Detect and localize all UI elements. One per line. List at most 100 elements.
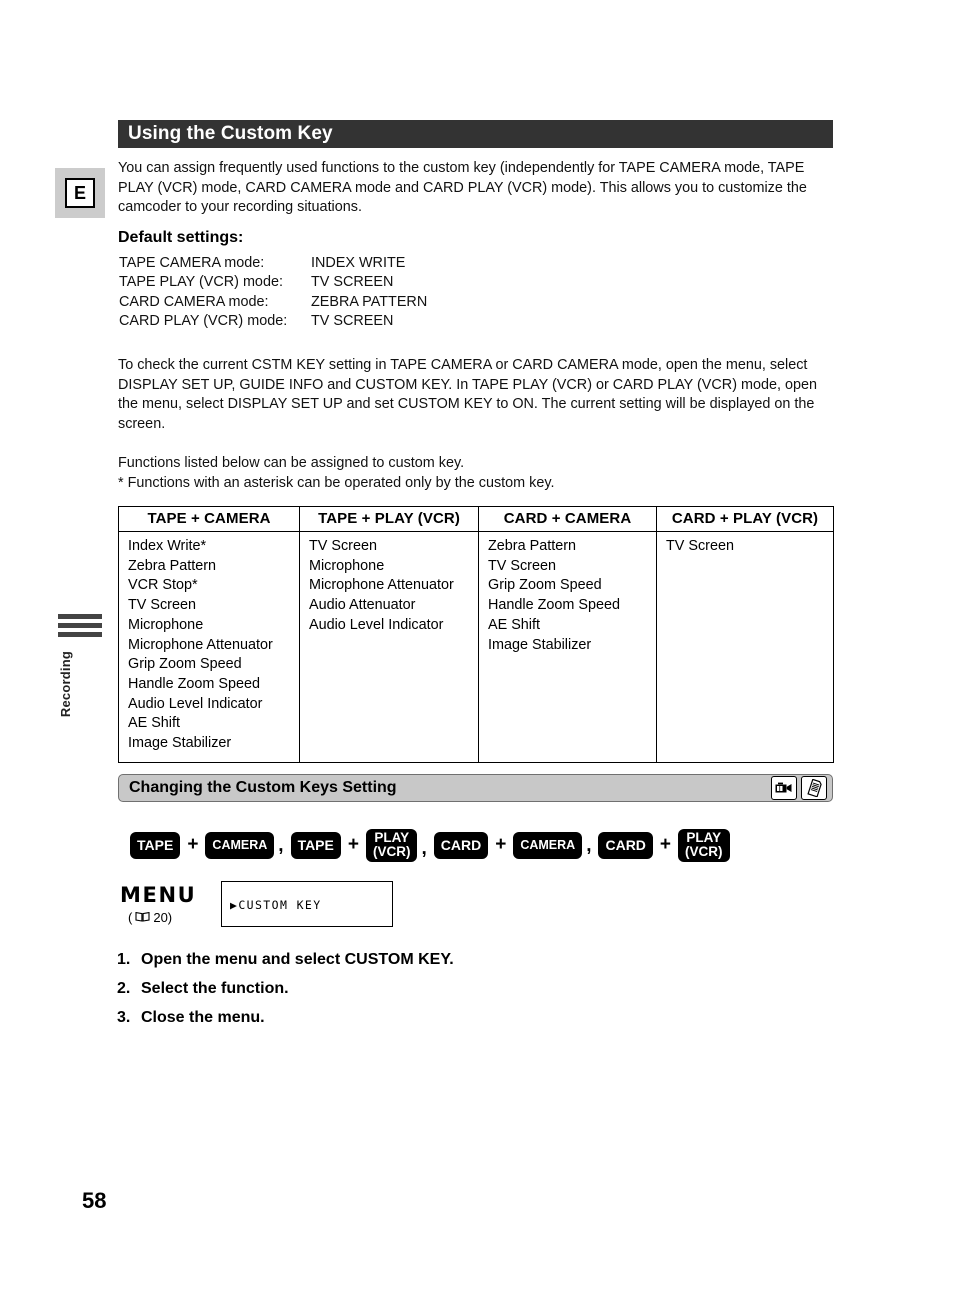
function-item: AE Shift: [488, 616, 540, 633]
key-button-camera[interactable]: CAMERA: [205, 831, 275, 859]
reference-page-number: 20): [153, 910, 173, 925]
key-button-play-vcr[interactable]: PLAY (VCR): [365, 828, 418, 862]
camcorder-icon: [771, 776, 797, 800]
key-combo-card-camera: CARD + CAMERA ,: [433, 831, 599, 859]
menu-label: MENU: [120, 883, 197, 907]
key-button-card[interactable]: CARD: [433, 831, 489, 859]
key-button-line2: (VCR): [372, 844, 411, 859]
column-header-card-play: CARD + PLAY (VCR): [656, 506, 834, 532]
step-number: 3.: [117, 1009, 131, 1026]
side-tab-bar: [58, 614, 102, 619]
function-item: Audio Attenuator: [309, 597, 416, 614]
menu-instruction-block: MENU ( 20) ▶CUSTOM KEY: [120, 881, 393, 927]
function-item: TV Screen: [128, 597, 196, 614]
functions-note: Functions listed below can be assigned t…: [118, 454, 833, 493]
language-badge: E: [55, 168, 105, 218]
default-mode-label: CARD CAMERA mode:: [119, 293, 269, 310]
step-number: 1.: [117, 951, 131, 968]
instruction-step: 1. Open the menu and select CUSTOM KEY.: [117, 945, 454, 974]
key-button-card[interactable]: CARD: [598, 831, 653, 859]
table-header-row: TAPE + CAMERA TAPE + PLAY (VCR) CARD + C…: [118, 506, 834, 532]
function-item: TV Screen: [488, 557, 556, 574]
instruction-step: 2. Select the function.: [117, 974, 454, 1003]
key-button-line2: (VCR): [685, 844, 723, 859]
function-item: Microphone Attenuator: [128, 636, 273, 653]
combo-separator: ,: [278, 834, 284, 856]
plus-sign: +: [187, 834, 199, 855]
default-mode-value: TV SCREEN: [311, 313, 394, 330]
default-mode-value: INDEX WRITE: [311, 255, 406, 271]
column-header-tape-play: TAPE + PLAY (VCR): [299, 506, 479, 532]
functions-note-line2: * Functions with an asterisk can be oper…: [118, 474, 555, 491]
page-title: Using the Custom Key: [118, 120, 833, 148]
function-item: Microphone Attenuator: [309, 577, 454, 594]
key-combination-row: TAPE + CAMERA , TAPE + PLAY (VCR) , CARD…: [130, 822, 835, 868]
menu-screen-item-custom-key: ▶CUSTOM KEY: [230, 898, 322, 912]
function-item: Audio Level Indicator: [128, 695, 263, 712]
key-button-line1: PLAY: [686, 830, 722, 845]
default-mode-label: TAPE PLAY (VCR) mode:: [119, 274, 283, 291]
menu-page-reference: ( 20): [128, 910, 216, 925]
function-item: Microphone: [309, 557, 385, 574]
check-setting-paragraph: To check the current CSTM KEY setting in…: [118, 357, 817, 432]
functions-note-line1: Functions listed below can be assigned t…: [118, 455, 465, 471]
plus-sign: +: [659, 834, 672, 855]
default-settings-row: TAPE CAMERA mode: INDEX WRITE: [119, 254, 427, 273]
column-header-card-camera: CARD + CAMERA: [478, 506, 657, 532]
key-button-line1: PLAY: [374, 830, 410, 845]
key-combo-tape-camera: TAPE + CAMERA ,: [130, 831, 291, 859]
combo-separator: ,: [421, 837, 427, 859]
column-header-tape-camera: TAPE + CAMERA: [118, 506, 300, 532]
step-text: Close the menu.: [141, 1009, 265, 1026]
step-number: 2.: [117, 980, 131, 997]
page-number: 58: [82, 1188, 107, 1213]
step-text: Select the function.: [141, 980, 289, 997]
menu-screen-preview: ▶CUSTOM KEY: [221, 881, 393, 927]
function-item: AE Shift: [128, 715, 180, 732]
function-item: TV Screen: [666, 538, 734, 554]
book-icon: [135, 910, 150, 925]
cell-tape-play-functions: TV Screen Microphone Microphone Attenuat…: [299, 531, 479, 763]
function-item: Microphone: [128, 616, 204, 633]
memory-card-icon: [801, 776, 827, 800]
function-item: Image Stabilizer: [488, 636, 592, 653]
plus-sign: +: [347, 834, 359, 855]
reference-open-paren: (: [128, 910, 133, 925]
cell-card-play-functions: TV Screen: [656, 531, 834, 763]
function-item: Grip Zoom Speed: [128, 656, 242, 673]
side-tab-bar: [58, 623, 102, 628]
key-button-tape[interactable]: TAPE: [290, 831, 341, 859]
function-item: Audio Level Indicator: [309, 616, 444, 633]
default-settings-row: CARD CAMERA mode: ZEBRA PATTERN: [119, 293, 427, 312]
intro-paragraph: You can assign frequently used functions…: [118, 160, 807, 215]
side-tab-label: Recording: [58, 651, 73, 718]
table-row: Index Write* Zebra Pattern VCR Stop* TV …: [118, 531, 834, 763]
default-mode-value: ZEBRA PATTERN: [311, 293, 428, 310]
function-item: Image Stabilizer: [128, 735, 232, 752]
key-combo-tape-play: TAPE + PLAY (VCR) ,: [290, 828, 434, 862]
key-button-tape[interactable]: TAPE: [130, 831, 181, 859]
language-badge-letter: E: [65, 178, 95, 208]
instruction-step: 3. Close the menu.: [117, 1003, 454, 1032]
chapter-side-tab: Recording: [58, 614, 110, 717]
side-tab-bar: [58, 632, 102, 637]
default-settings-list: TAPE CAMERA mode: INDEX WRITE TAPE PLAY …: [119, 254, 427, 332]
function-item: TV Screen: [309, 538, 377, 554]
key-button-camera[interactable]: CAMERA: [513, 831, 583, 859]
key-button-play-vcr[interactable]: PLAY (VCR): [678, 828, 730, 862]
step-text: Open the menu and select CUSTOM KEY.: [141, 951, 454, 968]
function-item: Grip Zoom Speed: [488, 577, 602, 594]
function-item: Handle Zoom Speed: [488, 597, 620, 614]
default-settings-row: CARD PLAY (VCR) mode: TV SCREEN: [119, 312, 427, 331]
menu-label-group: MENU ( 20): [120, 881, 216, 925]
function-item: Handle Zoom Speed: [128, 675, 260, 692]
assignable-functions-table: TAPE + CAMERA TAPE + PLAY (VCR) CARD + C…: [118, 506, 834, 763]
default-mode-label: CARD PLAY (VCR) mode:: [119, 313, 288, 330]
key-combo-card-play: CARD + PLAY (VCR): [598, 828, 730, 862]
section-title: Changing the Custom Keys Setting: [129, 779, 397, 796]
instruction-steps: 1. Open the menu and select CUSTOM KEY. …: [117, 945, 454, 1032]
function-item: Zebra Pattern: [488, 538, 576, 554]
function-item: Index Write*: [128, 538, 207, 554]
default-settings-row: TAPE PLAY (VCR) mode: TV SCREEN: [119, 273, 427, 292]
cell-tape-camera-functions: Index Write* Zebra Pattern VCR Stop* TV …: [118, 531, 300, 763]
